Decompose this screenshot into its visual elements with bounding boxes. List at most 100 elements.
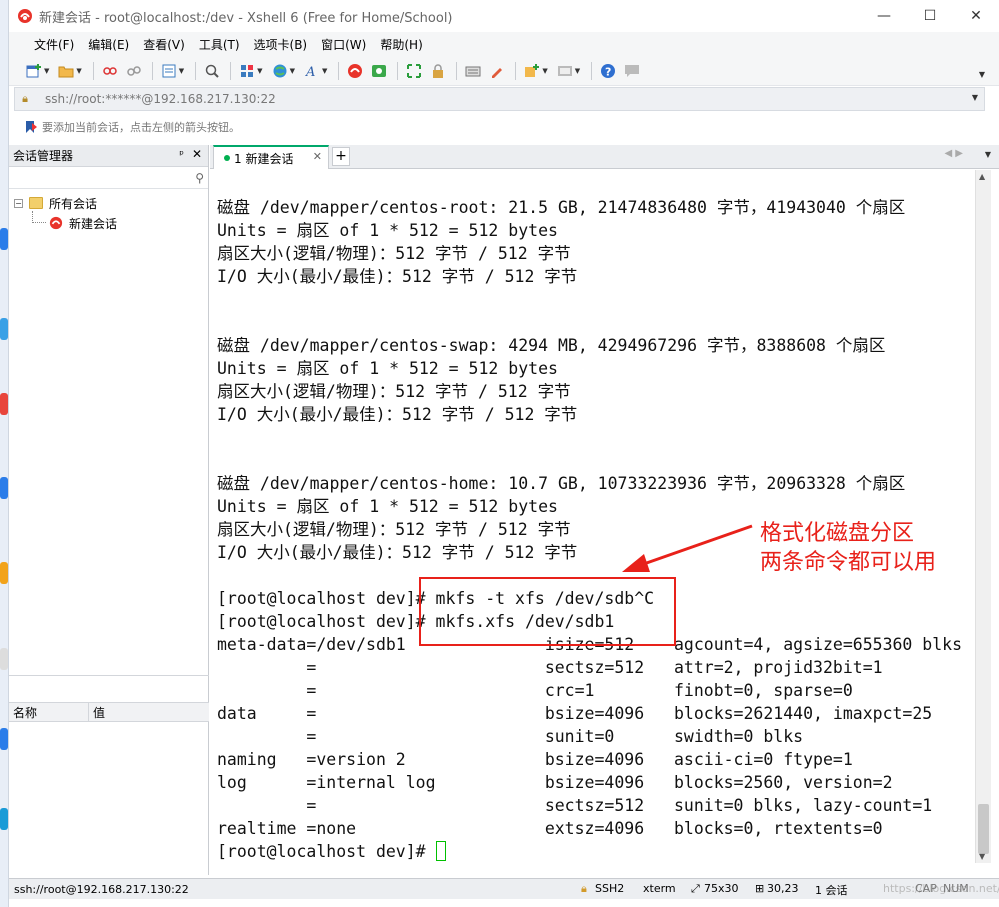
dropdown-icon[interactable]: ▼ (44, 67, 49, 75)
bookmark-arrow-icon[interactable] (24, 120, 38, 134)
address-text[interactable]: ssh://root:******@192.168.217.130:22 (45, 92, 276, 106)
terminal-line: I/O 大小(最小/最佳)：512 字节 / 512 字节 (217, 405, 578, 424)
menu-view[interactable]: 查看(V) (136, 36, 192, 53)
scrollbar-thumb[interactable] (978, 804, 989, 854)
close-button[interactable]: ✕ (953, 0, 999, 32)
hint-text: 要添加当前会话，点击左侧的箭头按钮。 (42, 121, 240, 134)
terminal-line: Units = 扇区 of 1 * 512 = 512 bytes (217, 497, 558, 516)
terminal-prompt-line[interactable]: [root@localhost dev]# (217, 840, 962, 863)
address-bar[interactable]: 🔒︎ ssh://root:******@192.168.217.130:22 … (14, 87, 985, 111)
status-protocol: SSH2 (595, 882, 625, 895)
terminal-line: [root@localhost dev]# mkfs.xfs /dev/sdb1 (217, 612, 615, 631)
dropdown-icon[interactable]: ▼ (290, 67, 295, 75)
terminal-line: realtime =none extsz=4096 blocks=0, rtex… (217, 819, 883, 838)
tab-session-1[interactable]: 1 新建会话 ✕ (213, 145, 329, 169)
status-size: 75x30 (704, 882, 739, 895)
find-icon[interactable] (201, 60, 223, 82)
dropdown-icon[interactable]: ▼ (575, 67, 580, 75)
menu-window[interactable]: 窗口(W) (314, 36, 373, 53)
address-dropdown-icon[interactable]: ▼ (972, 93, 978, 102)
terminal-line: = sectsz=512 sunit=0 blks, lazy-count=1 (217, 796, 933, 815)
xshell-icon[interactable] (344, 60, 366, 82)
add-tab-button[interactable]: + (332, 147, 350, 166)
help-icon[interactable]: ? (597, 60, 619, 82)
toolbar: ▼ ▼ ▼ ▼ ▼ A ▼ ▼ ▼ ? (9, 56, 999, 86)
xftp-icon[interactable] (368, 60, 390, 82)
terminal-scrollbar[interactable]: ▲ ▼ (975, 170, 991, 863)
column-name[interactable]: 名称 (9, 703, 89, 721)
search-icon[interactable]: ⚲ (195, 171, 204, 185)
scroll-up-icon[interactable]: ▲ (979, 172, 985, 181)
reconnect-icon[interactable] (99, 60, 121, 82)
separator (151, 61, 153, 80)
session-icon (49, 216, 63, 230)
menu-tab[interactable]: 选项卡(B) (247, 36, 315, 53)
tile-icon[interactable] (554, 60, 576, 82)
menu-tools[interactable]: 工具(T) (192, 36, 247, 53)
new-session-icon[interactable] (23, 60, 45, 82)
desktop-icon (0, 228, 8, 250)
dropdown-icon[interactable]: ▼ (76, 67, 81, 75)
terminal-line: 磁盘 /dev/mapper/centos-root: 21.5 GB, 214… (217, 198, 906, 217)
globe-icon[interactable] (269, 60, 291, 82)
title-bar: 新建会话 - root@localhost:/dev - Xshell 6 (F… (9, 0, 999, 32)
lock-icon[interactable] (427, 60, 449, 82)
toolbar-overflow-icon[interactable]: ▼ (979, 70, 985, 79)
minimize-button[interactable]: — (861, 0, 907, 32)
desktop-icon (0, 562, 8, 584)
lock-icon: 🔒︎ (22, 92, 28, 105)
keyboard-icon[interactable] (462, 60, 484, 82)
layout-icon[interactable] (236, 60, 258, 82)
disconnect-icon[interactable] (123, 60, 145, 82)
terminal-line: log =internal log bsize=4096 blocks=2560… (217, 773, 893, 792)
fullscreen-icon[interactable] (403, 60, 425, 82)
xshell-window: 新建会话 - root@localhost:/dev - Xshell 6 (F… (0, 0, 999, 907)
tab-close-icon[interactable]: ✕ (313, 150, 322, 163)
terminal-line: 扇区大小(逻辑/物理)：512 字节 / 512 字节 (217, 244, 571, 263)
scroll-down-icon[interactable]: ▼ (979, 852, 985, 861)
status-connection: ssh://root@192.168.217.130:22 (14, 882, 189, 896)
menu-file[interactable]: 文件(F) (27, 36, 81, 53)
maximize-button[interactable]: ☐ (907, 0, 953, 32)
menu-edit[interactable]: 编辑(E) (81, 36, 136, 53)
tab-menu-icon[interactable]: ▼ (985, 150, 991, 159)
menu-help[interactable]: 帮助(H) (373, 36, 429, 53)
status-caps: CAP (915, 882, 937, 895)
status-size-icon: ⤢ (691, 882, 700, 895)
properties-icon[interactable] (158, 60, 180, 82)
status-watermark: https://blog.csdn.net/... (883, 882, 999, 895)
session-tree: − 所有会话 新建会话 (9, 189, 208, 233)
session-manager: 会话管理器 ᵖ ✕ ⚲ − 所有会话 新建会话 名称 值 (9, 145, 209, 875)
terminal-line: 磁盘 /dev/mapper/centos-swap: 4294 MB, 429… (217, 336, 886, 355)
separator (92, 61, 94, 80)
tree-collapse-icon[interactable]: − (14, 198, 23, 208)
open-folder-icon[interactable] (55, 60, 77, 82)
session-search-input[interactable]: ⚲ (9, 167, 208, 189)
chat-icon[interactable] (621, 60, 643, 82)
svg-text:A: A (305, 65, 315, 79)
dropdown-icon[interactable]: ▼ (179, 67, 184, 75)
new-tab-icon[interactable] (521, 60, 543, 82)
tree-folder-all-sessions[interactable]: − 所有会话 (9, 193, 208, 223)
tab-scroll-icon[interactable]: ◀ ▶ (944, 148, 963, 159)
xshell-logo-icon (18, 9, 32, 23)
terminal-prompt: [root@localhost dev]# (217, 842, 436, 861)
tree-item-session[interactable]: 新建会话 (9, 213, 208, 233)
column-value[interactable]: 值 (89, 704, 105, 721)
session-manager-header: 会话管理器 ᵖ ✕ (9, 145, 208, 167)
status-lock-icon: 🔒︎ (581, 882, 587, 895)
dropdown-icon[interactable]: ▼ (542, 67, 547, 75)
tab-bar: 1 新建会话 ✕ + ◀ ▶ ▼ (210, 145, 999, 169)
font-icon[interactable]: A (301, 60, 323, 82)
pin-icon[interactable]: ᵖ (179, 148, 184, 161)
separator (456, 61, 458, 80)
terminal-line: meta-data=/dev/sdb1 isize=512 agcount=4,… (217, 635, 963, 654)
desktop-strip (0, 0, 9, 907)
pen-icon[interactable] (486, 60, 508, 82)
dropdown-icon[interactable]: ▼ (257, 67, 262, 75)
close-icon[interactable]: ✕ (192, 147, 202, 161)
dropdown-icon[interactable]: ▼ (322, 67, 327, 75)
